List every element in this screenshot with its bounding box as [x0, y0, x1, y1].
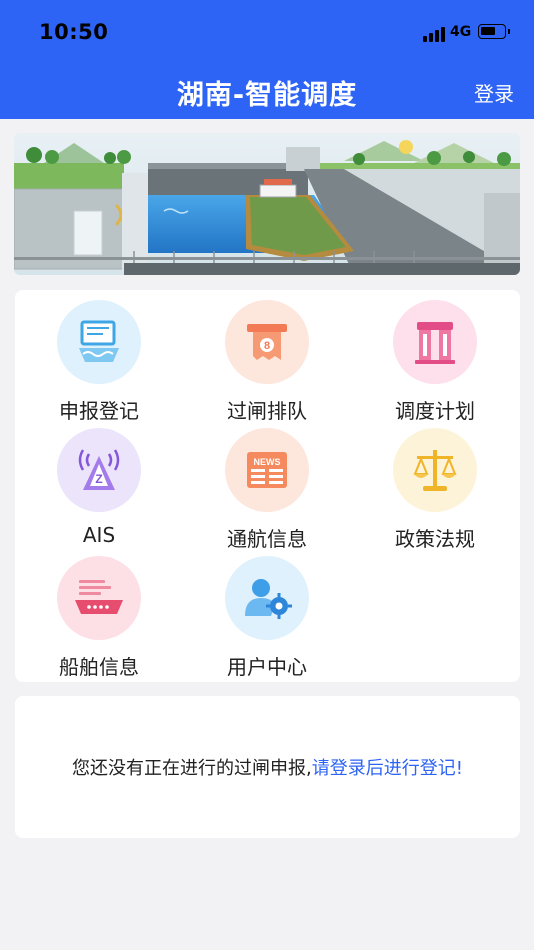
- function-menu: 申报登记 8 过闸排队 调度计划 Z AIS NEWS 通航信息 政策法规 船舶…: [15, 290, 520, 682]
- svg-text:NEWS: NEWS: [254, 457, 281, 467]
- banner-image[interactable]: [14, 133, 520, 275]
- network-type: 4G: [450, 24, 472, 40]
- menu-item-user-center[interactable]: 用户中心: [183, 548, 351, 679]
- menu-item-ship-info[interactable]: 船舶信息: [15, 548, 183, 679]
- login-button[interactable]: 登录: [474, 78, 514, 107]
- menu-item-dispatch-plan[interactable]: 调度计划: [351, 292, 519, 423]
- menu-item-label: AIS: [82, 523, 116, 547]
- status-time: 10:50: [39, 20, 109, 44]
- login-register-link[interactable]: 请登录后进行登记!: [312, 758, 463, 779]
- status-bar: 10:50 4G: [0, 0, 534, 60]
- dispatch-plan-icon: [393, 300, 477, 384]
- app-header: 10:50 4G 湖南-智能调度 登录: [0, 0, 534, 119]
- page-title: 湖南-智能调度: [176, 80, 358, 111]
- menu-item-declaration[interactable]: 申报登记: [15, 292, 183, 423]
- menu-item-label: 船舶信息: [59, 655, 139, 679]
- news-icon: NEWS: [225, 428, 309, 512]
- user-settings-icon: [225, 556, 309, 640]
- menu-item-navigation-info[interactable]: NEWS 通航信息: [183, 420, 351, 551]
- battery-icon: [478, 24, 510, 39]
- signal-icon: [423, 26, 445, 42]
- ship-icon: [57, 556, 141, 640]
- lock-queue-icon: 8: [225, 300, 309, 384]
- declaration-register-icon: [57, 300, 141, 384]
- scales-icon: [393, 428, 477, 512]
- menu-item-label: 政策法规: [395, 527, 475, 551]
- menu-item-lock-queue[interactable]: 8 过闸排队: [183, 292, 351, 423]
- svg-text:Z: Z: [95, 472, 102, 486]
- notice-text: 您还没有正在进行的过闸申报,请登录后进行登记!: [15, 754, 520, 780]
- declaration-notice: 您还没有正在进行的过闸申报,请登录后进行登记!: [15, 696, 520, 838]
- menu-item-ais[interactable]: Z AIS: [15, 420, 183, 548]
- svg-text:8: 8: [264, 340, 270, 352]
- ais-antenna-icon: Z: [57, 428, 141, 512]
- notice-message: 您还没有正在进行的过闸申报,: [72, 758, 312, 779]
- menu-item-label: 用户中心: [227, 655, 307, 679]
- menu-item-policy[interactable]: 政策法规: [351, 420, 519, 551]
